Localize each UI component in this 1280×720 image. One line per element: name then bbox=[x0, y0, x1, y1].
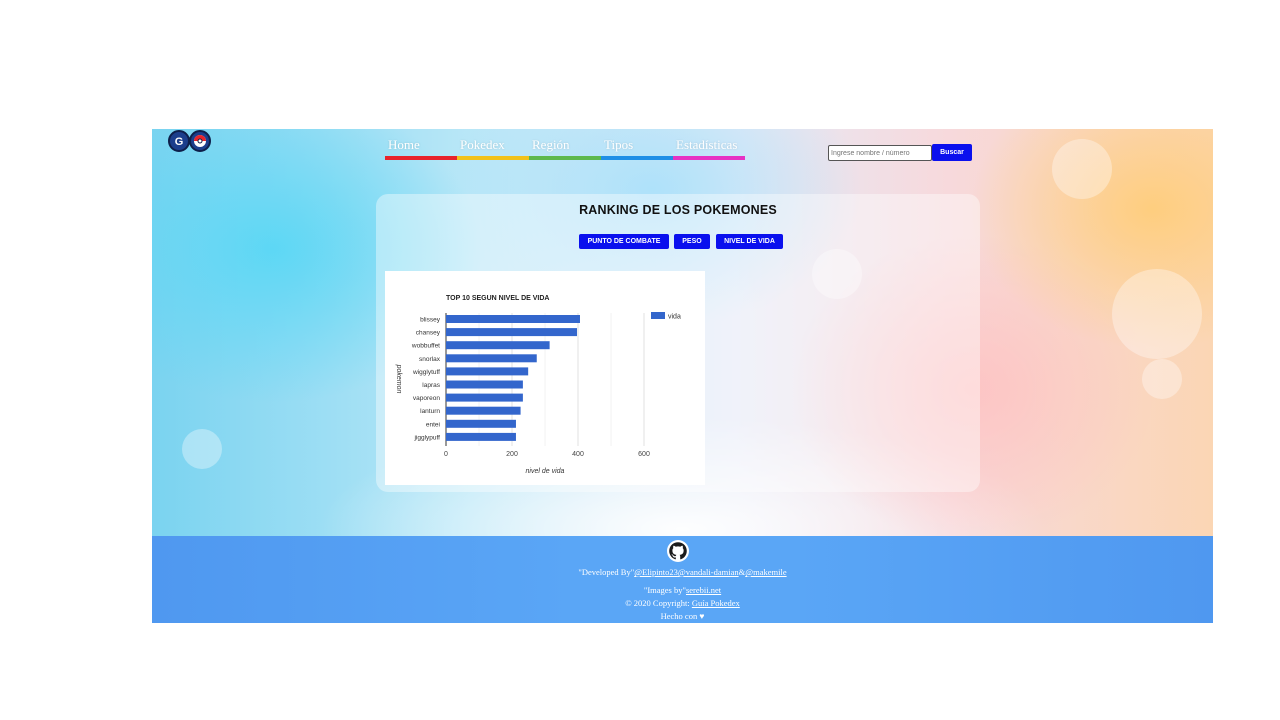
dev1-link[interactable]: @Elipinto23 bbox=[634, 567, 678, 577]
nav-home-label: Home bbox=[388, 137, 420, 152]
nav-estadisticas-label: Estadísticas bbox=[676, 137, 738, 152]
category-label: chansey bbox=[416, 330, 441, 337]
category-label: entei bbox=[426, 421, 440, 428]
ranking-title: RANKING DE LOS POKEMONES bbox=[579, 203, 777, 217]
search-input[interactable] bbox=[828, 145, 932, 161]
legend-label: vida bbox=[668, 314, 681, 321]
bar bbox=[446, 341, 550, 350]
category-label: blissey bbox=[420, 317, 441, 324]
guia-pokedex-link[interactable]: Guía Pokedex bbox=[692, 598, 740, 608]
chart-container: TOP 10 SEGUN NIVEL DE VIDA 0 200 400 600 blis… bbox=[385, 271, 705, 485]
dev3-link[interactable]: @makemile bbox=[745, 567, 786, 577]
bar bbox=[446, 432, 516, 441]
category-label: wigglytuff bbox=[412, 369, 440, 376]
app-window: G Home Pokedex Región Tipos Estadísticas… bbox=[152, 129, 1213, 623]
main-nav: Home Pokedex Región Tipos Estadísticas bbox=[385, 137, 745, 161]
serebii-link[interactable]: serebii.net bbox=[686, 585, 721, 595]
chart-title: TOP 10 SEGUN NIVEL DE VIDA bbox=[446, 295, 549, 302]
bar bbox=[446, 393, 523, 402]
nav-pokedex-label: Pokedex bbox=[460, 137, 505, 152]
bar bbox=[446, 419, 516, 428]
nav-home[interactable]: Home bbox=[385, 137, 457, 160]
bar bbox=[446, 380, 523, 389]
category-label: snorlax bbox=[419, 356, 441, 363]
y-axis-label: pokemon bbox=[395, 364, 402, 394]
developed-by-label: "Developed By" bbox=[578, 567, 635, 577]
peso-button[interactable]: PESO bbox=[674, 234, 710, 249]
bar bbox=[446, 315, 580, 323]
footer-developers: "Developed By"@Elipinto23@vandali-damian… bbox=[152, 567, 1213, 577]
bar bbox=[446, 406, 521, 415]
x-tick-label: 400 bbox=[572, 451, 584, 458]
bar bbox=[446, 328, 578, 337]
nav-home-underline bbox=[385, 156, 457, 160]
images-by-label: "Images by" bbox=[643, 585, 686, 595]
github-icon[interactable] bbox=[667, 540, 689, 562]
punto-de-combate-button[interactable]: PUNTO DE COMBATE bbox=[579, 234, 669, 249]
x-tick-label: 200 bbox=[506, 451, 518, 458]
nav-region-label: Región bbox=[532, 137, 570, 152]
category-label: vaporeon bbox=[413, 395, 440, 402]
legend-swatch bbox=[651, 312, 665, 319]
nav-tipos-underline bbox=[601, 156, 673, 160]
x-tick-label: 0 bbox=[444, 451, 448, 458]
nav-pokedex-underline bbox=[457, 156, 529, 160]
nav-tipos[interactable]: Tipos bbox=[601, 137, 673, 160]
nav-estadisticas[interactable]: Estadísticas bbox=[673, 137, 745, 160]
category-label: wobbuffet bbox=[411, 343, 440, 350]
bar bbox=[446, 354, 537, 363]
dev2-link[interactable]: @vandali-damian bbox=[678, 567, 739, 577]
copyright-label: © 2020 Copyright: bbox=[625, 598, 690, 608]
svg-text:G: G bbox=[175, 136, 184, 148]
x-axis-label: nivel de vida bbox=[526, 468, 565, 475]
category-label: jigglypuff bbox=[413, 434, 440, 441]
bar bbox=[446, 367, 529, 376]
nav-region-underline bbox=[529, 156, 601, 160]
category-label: lanturn bbox=[420, 408, 440, 415]
nav-pokedex[interactable]: Pokedex bbox=[457, 137, 529, 160]
footer: "Developed By"@Elipinto23@vandali-damian… bbox=[152, 536, 1213, 623]
category-label: lapras bbox=[422, 382, 440, 389]
x-tick-label: 600 bbox=[638, 451, 650, 458]
footer-made-with: Hecho con ♥ bbox=[660, 611, 705, 621]
search-button[interactable]: Buscar bbox=[932, 144, 972, 161]
pokemon-go-logo[interactable]: G bbox=[166, 129, 212, 155]
nav-tipos-label: Tipos bbox=[604, 137, 634, 152]
nav-region[interactable]: Región bbox=[529, 137, 601, 160]
footer-images: "Images by"serebii.net bbox=[152, 585, 1213, 595]
ranking-panel: RANKING DE LOS POKEMONES PUNTO DE COMBAT… bbox=[376, 194, 980, 492]
footer-copyright: © 2020 Copyright: Guía Pokedex bbox=[152, 598, 1213, 608]
nav-estadisticas-underline bbox=[673, 156, 745, 160]
bar-chart: TOP 10 SEGUN NIVEL DE VIDA 0 200 400 600 blis… bbox=[395, 295, 681, 475]
nivel-de-vida-button[interactable]: NIVEL DE VIDA bbox=[716, 234, 783, 249]
